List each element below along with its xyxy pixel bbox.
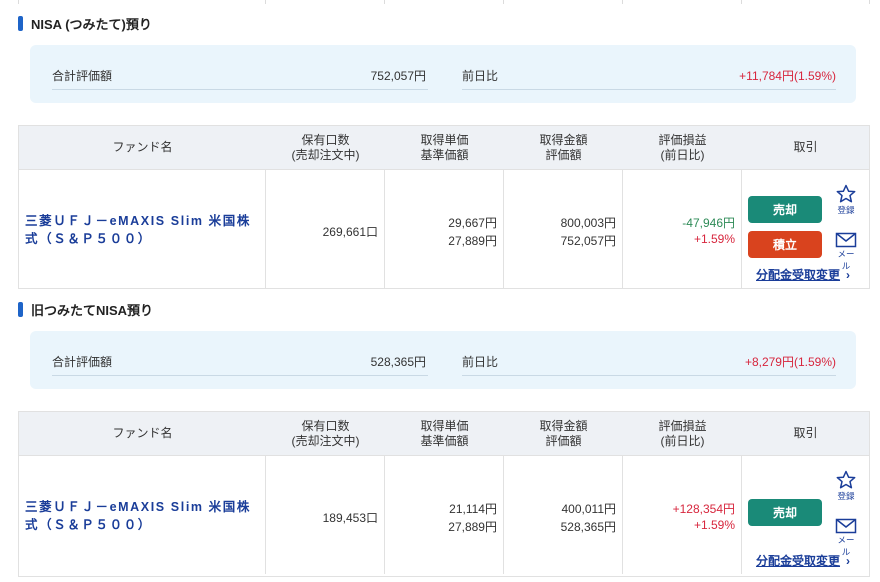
- cost-amount-value: 800,003円: [560, 216, 616, 230]
- section-marker: [18, 301, 23, 317]
- accumulate-button[interactable]: 積立: [748, 231, 822, 258]
- fund-name-link[interactable]: 三菱ＵＦＪ－eMAXIS Slim 米国株式（Ｓ＆Ｐ５００）: [25, 212, 259, 248]
- envelope-icon: [835, 518, 857, 534]
- day-change-value: +11,784円(1.59%): [739, 69, 836, 83]
- fund-table: ファンド名 保有口数 (売却注文中) 取得単価 基準価額 取得金額 評価額 評価損益(…: [18, 125, 870, 289]
- base-price-value: 27,889円: [448, 234, 497, 248]
- sell-button[interactable]: 売却: [748, 196, 822, 223]
- register-button[interactable]: 登録: [834, 184, 858, 216]
- base-price-value: 27,889円: [448, 520, 497, 534]
- header-units: 保有口数 (売却注文中): [291, 132, 360, 162]
- header-fund-name: ファンド名: [112, 140, 173, 154]
- register-label: 登録: [837, 205, 855, 215]
- unit-cost-value: 29,667円: [448, 216, 497, 230]
- summary-panel: 合計評価額 528,365円 前日比 +8,279円(1.59%): [30, 331, 856, 389]
- table-row: 三菱ＵＦＪ－eMAXIS Slim 米国株式（Ｓ＆Ｐ５００） 269,661口 …: [19, 170, 869, 288]
- distribution-change-link[interactable]: 分配金受取変更 ›: [756, 266, 850, 283]
- star-outline-icon: [836, 470, 856, 489]
- register-button[interactable]: 登録: [834, 470, 858, 502]
- units-value: 269,661口: [322, 225, 378, 239]
- valuation-value: 528,365円: [560, 520, 616, 534]
- divider: [462, 89, 836, 90]
- star-outline-icon: [836, 184, 856, 203]
- distribution-change-link[interactable]: 分配金受取変更 ›: [756, 552, 850, 569]
- pl-value: +128,354円: [672, 502, 735, 516]
- header-amount: 取得金額 評価額: [539, 418, 588, 448]
- register-label: 登録: [837, 491, 855, 501]
- chevron-right-icon: ›: [846, 268, 851, 282]
- table-header: ファンド名 保有口数 (売却注文中) 取得単価 基準価額 取得金額 評価額 評価損益(…: [19, 412, 869, 456]
- divider: [52, 375, 428, 376]
- cost-amount-value: 400,011円: [561, 502, 617, 516]
- header-unit-price: 取得単価 基準価額: [420, 132, 469, 162]
- previous-table-edge: [0, 0, 880, 4]
- fund-table: ファンド名 保有口数 (売却注文中) 取得単価 基準価額 取得金額 評価額 評価損益(…: [18, 411, 870, 577]
- day-change-value: +8,279円(1.59%): [744, 355, 836, 369]
- units-value: 189,453口: [322, 511, 378, 525]
- envelope-icon: [835, 232, 857, 248]
- section-marker: [18, 15, 23, 31]
- section-title-text: NISA (つみたて)預り: [31, 16, 152, 32]
- unit-cost-value: 21,114円: [449, 502, 497, 516]
- day-change-label: 前日比: [462, 355, 499, 369]
- divider: [52, 89, 428, 90]
- header-trade: 取引: [793, 426, 818, 440]
- header-trade: 取引: [793, 140, 818, 154]
- divider: [462, 375, 836, 376]
- header-pl: 評価損益 (前日比): [658, 418, 707, 448]
- total-valuation-value: 752,057円: [370, 69, 426, 83]
- header-amount: 取得金額 評価額: [539, 132, 588, 162]
- sell-button[interactable]: 売却: [748, 499, 822, 526]
- summary-panel: 合計評価額 752,057円 前日比 +11,784円(1.59%): [30, 45, 856, 103]
- fund-name-link[interactable]: 三菱ＵＦＪ－eMAXIS Slim 米国株式（Ｓ＆Ｐ５００）: [25, 498, 259, 534]
- section-title-old-nisa: 旧つみたてNISA預り: [18, 299, 153, 319]
- valuation-value: 752,057円: [560, 234, 616, 248]
- header-units: 保有口数 (売却注文中): [291, 418, 360, 448]
- total-valuation-label: 合計評価額: [52, 355, 113, 369]
- total-valuation-label: 合計評価額: [52, 69, 113, 83]
- table-row: 三菱ＵＦＪ－eMAXIS Slim 米国株式（Ｓ＆Ｐ５００） 189,453口 …: [19, 456, 869, 574]
- header-unit-price: 取得単価 基準価額: [420, 418, 469, 448]
- table-header: ファンド名 保有口数 (売却注文中) 取得単価 基準価額 取得金額 評価額 評価損益(…: [19, 126, 869, 170]
- header-fund-name: ファンド名: [112, 426, 173, 440]
- total-valuation-value: 528,365円: [370, 355, 426, 369]
- header-pl: 評価損益 (前日比): [658, 132, 707, 162]
- section-title-text: 旧つみたてNISA預り: [31, 302, 154, 318]
- pl-change-value: +1.59%: [693, 232, 735, 246]
- day-change-label: 前日比: [462, 69, 499, 83]
- pl-value: -47,946円: [682, 216, 735, 230]
- section-title-nisa: NISA (つみたて)預り: [18, 13, 152, 33]
- pl-change-value: +1.59%: [693, 518, 735, 532]
- chevron-right-icon: ›: [846, 554, 851, 568]
